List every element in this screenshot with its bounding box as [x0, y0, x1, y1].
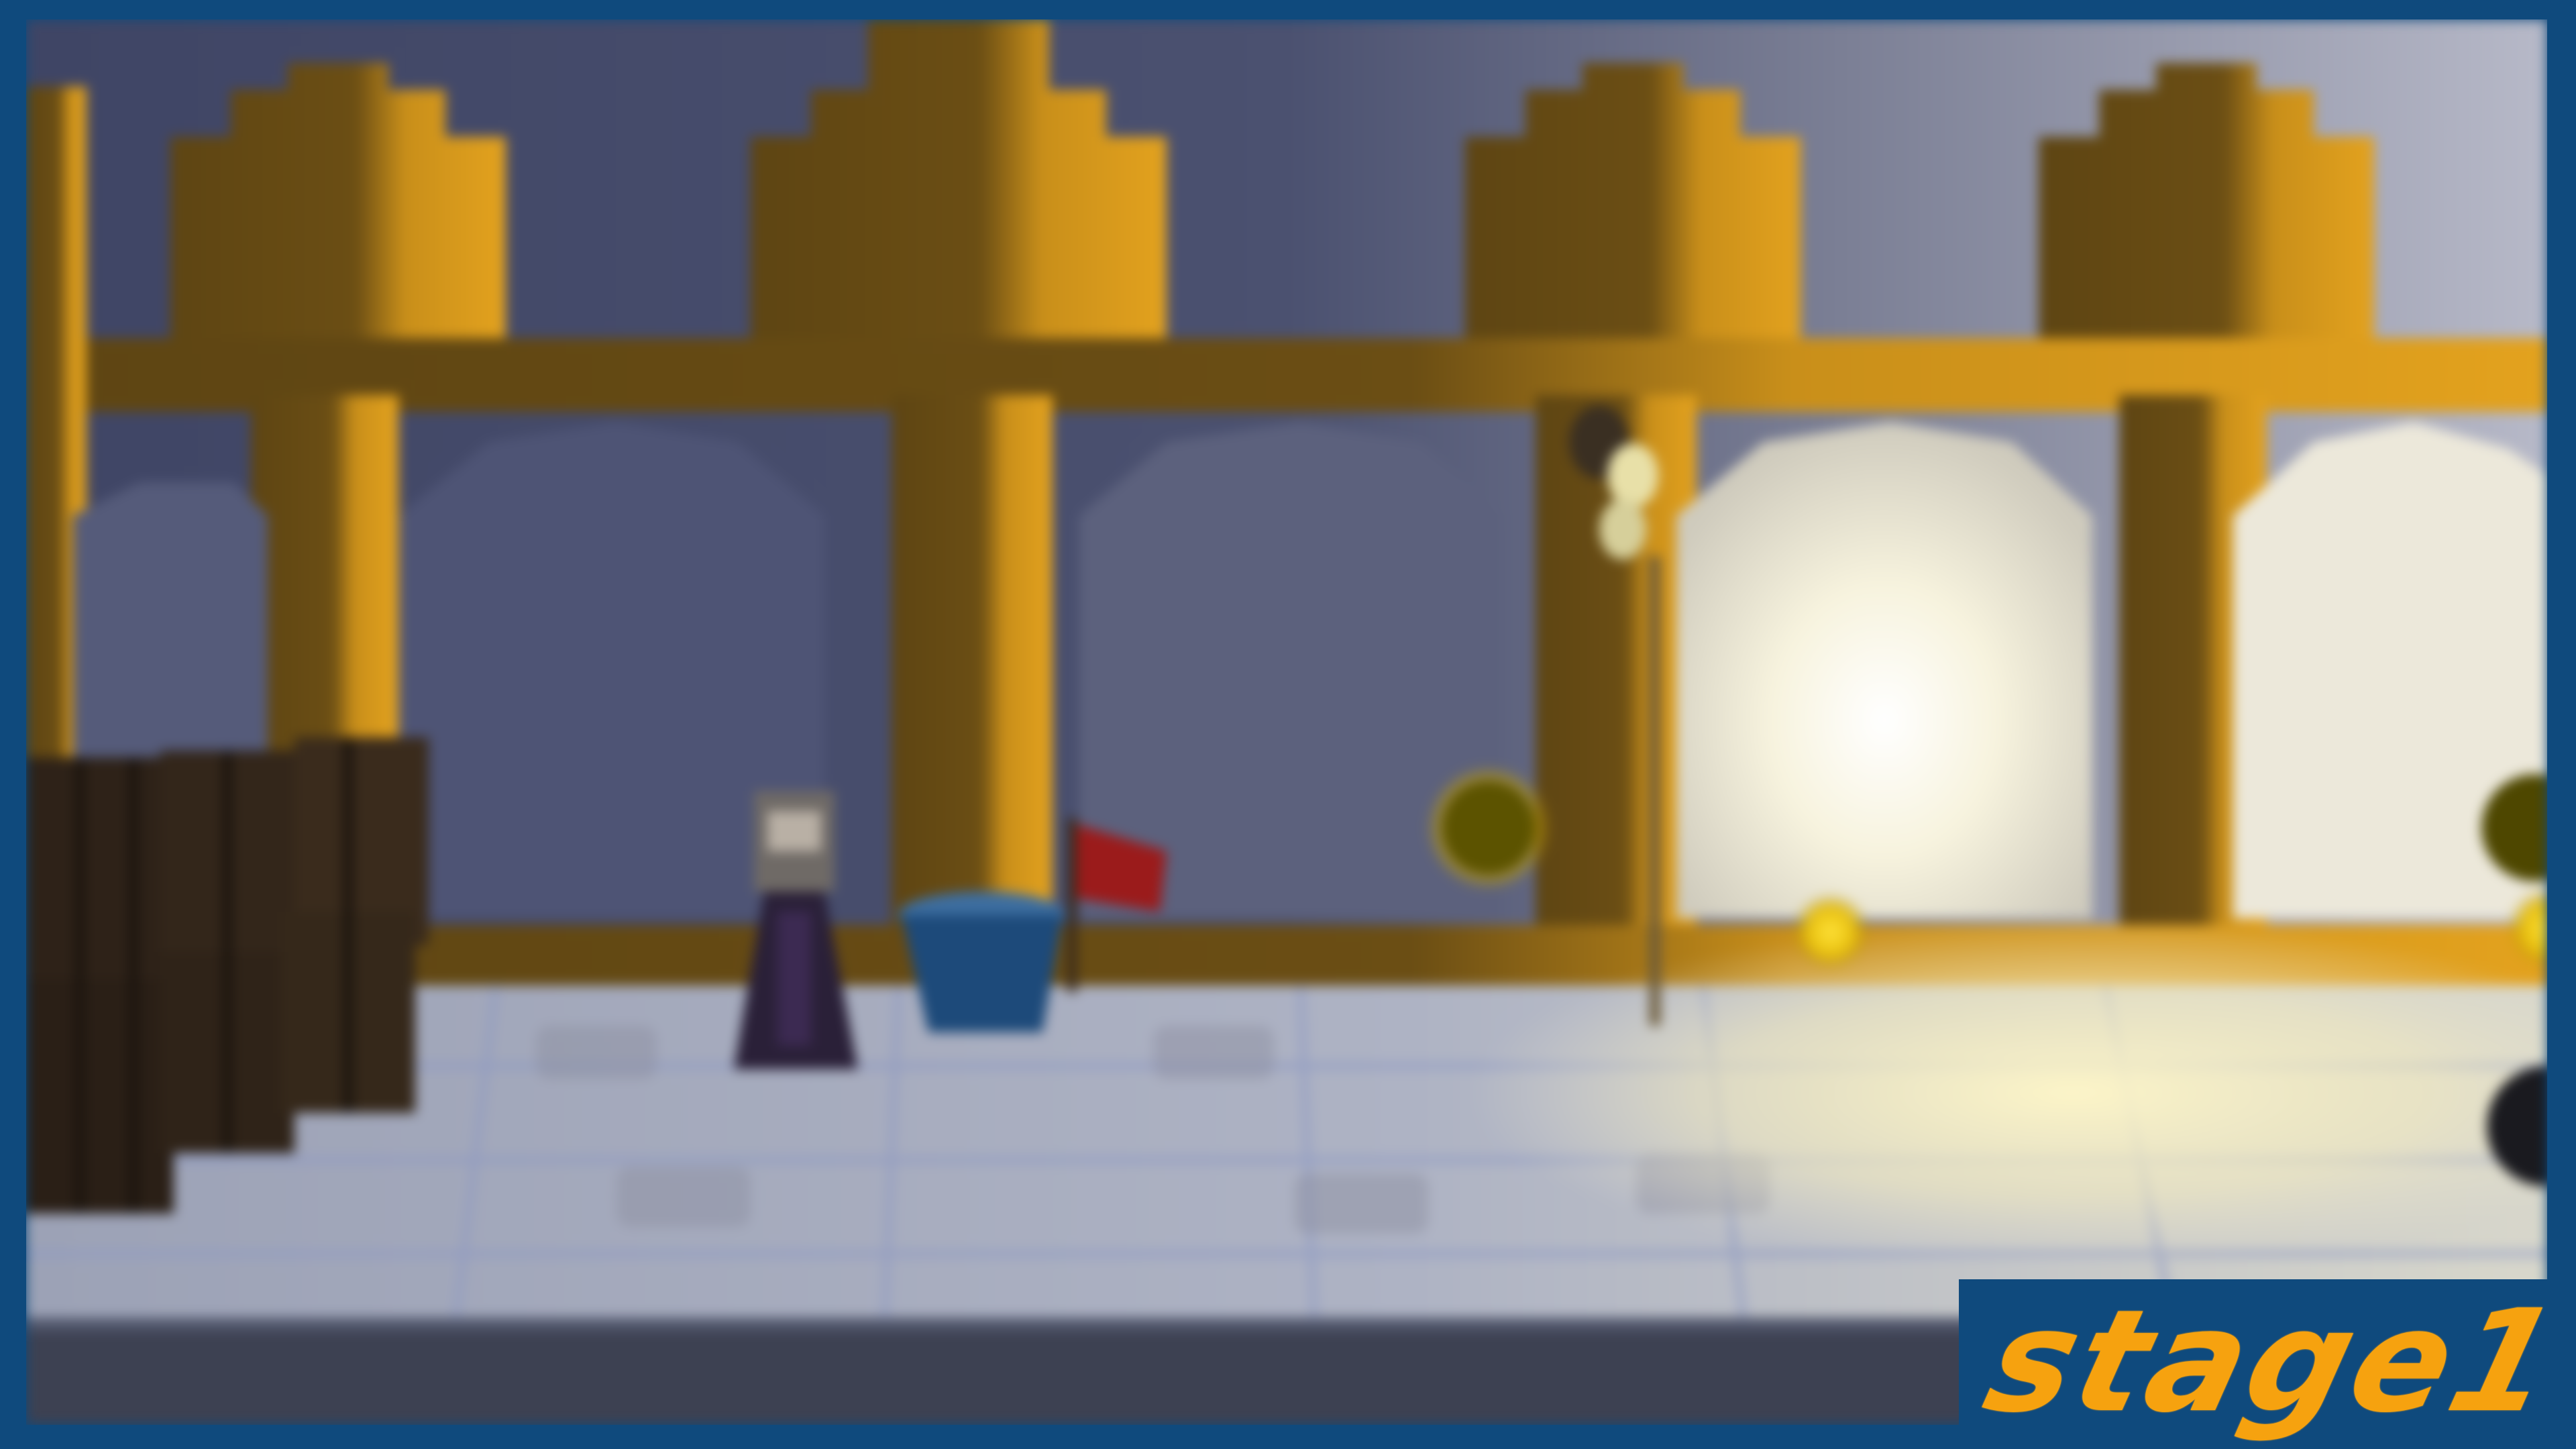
- glowing-orb: [1425, 764, 1552, 892]
- stage-banner: stage1: [1959, 1279, 2576, 1449]
- game-viewport[interactable]: [26, 19, 2547, 1425]
- scene-render: [26, 19, 2547, 1425]
- glowing-orb-small: [1792, 893, 1870, 971]
- game-scene: [26, 19, 2547, 1425]
- stage-label: stage1: [1971, 1279, 2576, 1444]
